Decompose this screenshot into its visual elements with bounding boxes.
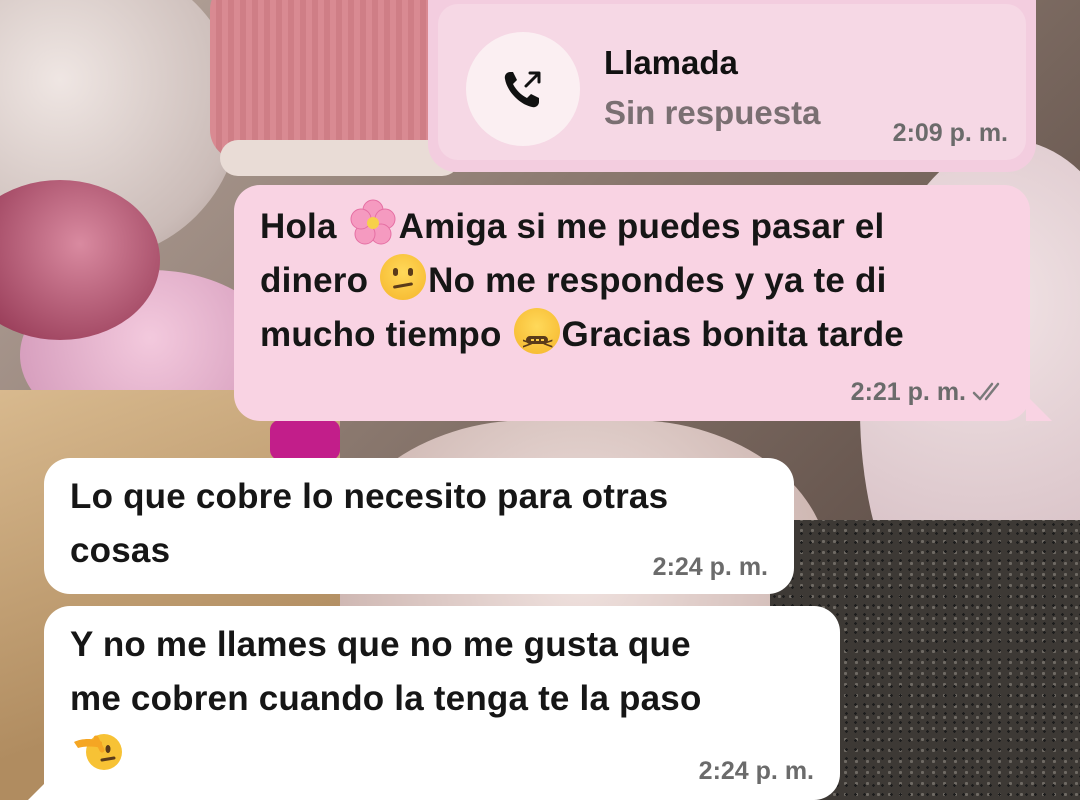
incoming-message-bubble[interactable]: Lo que cobre lo necesito para otras cosa… xyxy=(44,458,794,594)
call-card[interactable]: Llamada Sin respuesta 2:09 p. m. xyxy=(438,4,1026,160)
confused-face-emoji xyxy=(380,254,427,300)
call-title: Llamada xyxy=(604,44,738,81)
outgoing-message-bubble[interactable]: Hola Amiga si me puedes pasar el dinero … xyxy=(234,185,1052,421)
message-timestamp: 2:24 p. m. xyxy=(652,553,768,581)
incoming-message-bubble[interactable]: Y no me llames que no me gusta que me co… xyxy=(28,606,840,800)
message-text: Hola Amiga si me puedes pasar el dinero … xyxy=(260,199,904,371)
missed-call-bubble[interactable]: Llamada Sin respuesta 2:09 p. m. xyxy=(428,0,1036,172)
call-status: Sin respuesta xyxy=(604,94,821,131)
double-check-icon xyxy=(972,382,1000,401)
message-timestamp: 2:24 p. m. xyxy=(698,757,814,785)
message-timestamp: 2:21 p. m. xyxy=(850,378,966,406)
message-text: Lo que cobre lo necesito para otras cosa… xyxy=(70,477,669,570)
confounded-face-emoji xyxy=(513,308,560,371)
saluting-face-emoji xyxy=(72,726,122,772)
message-text: Y no me llames que no me gusta que me co… xyxy=(70,618,702,782)
cherry-blossom-emoji xyxy=(349,199,397,247)
outgoing-call-icon xyxy=(466,32,580,146)
call-timestamp: 2:09 p. m. xyxy=(892,119,1008,147)
